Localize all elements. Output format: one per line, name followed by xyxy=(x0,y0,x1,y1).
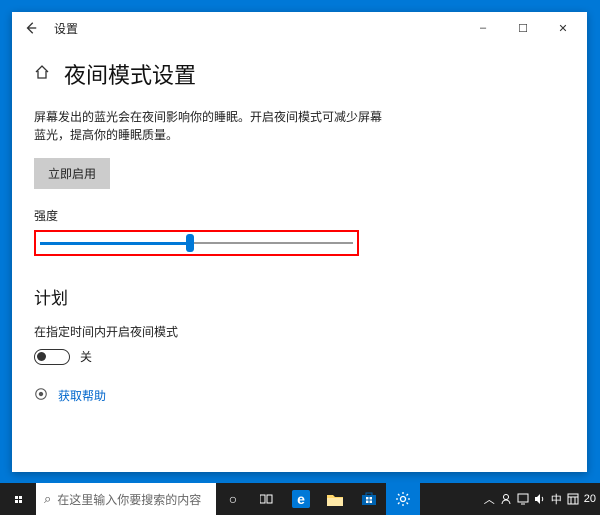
ime-mode-icon[interactable] xyxy=(567,493,579,505)
taskbar-pinned-apps: ○ e xyxy=(216,483,420,515)
cortana-icon[interactable]: ○ xyxy=(216,483,250,515)
schedule-toggle-row: 关 xyxy=(34,348,565,365)
page-description: 屏幕发出的蓝光会在夜间影响你的睡眠。开启夜间模式可减少屏幕蓝光，提高你的睡眠质量… xyxy=(34,108,384,144)
windows-logo-icon xyxy=(15,496,22,503)
toggle-state-label: 关 xyxy=(80,348,92,365)
home-icon[interactable] xyxy=(34,64,50,84)
minimize-button[interactable]: – xyxy=(463,13,503,43)
close-button[interactable]: ✕ xyxy=(543,13,583,43)
start-button[interactable] xyxy=(0,483,36,515)
help-link[interactable]: 获取帮助 xyxy=(34,387,565,404)
settings-app-icon[interactable] xyxy=(386,483,420,515)
clock-text[interactable]: 20 xyxy=(584,493,596,505)
file-explorer-icon[interactable] xyxy=(318,483,352,515)
network-icon[interactable] xyxy=(517,493,529,505)
system-tray: ︿ 中 20 xyxy=(480,483,600,515)
slider-thumb[interactable] xyxy=(186,234,194,252)
schedule-toggle[interactable] xyxy=(34,349,70,365)
task-view-icon[interactable] xyxy=(250,483,284,515)
store-icon[interactable] xyxy=(352,483,386,515)
settings-window: 设置 – ☐ ✕ 夜间模式设置 屏幕发出的蓝光会在夜间影响你的睡眠。开启夜间模式… xyxy=(12,12,587,472)
page-title: 夜间模式设置 xyxy=(64,58,196,90)
enable-now-button[interactable]: 立即启用 xyxy=(34,158,110,189)
page-header: 夜间模式设置 xyxy=(34,58,565,90)
intensity-slider-highlight xyxy=(34,230,359,256)
plan-description: 在指定时间内开启夜间模式 xyxy=(34,323,565,340)
help-icon xyxy=(34,387,48,404)
tray-chevron-icon[interactable]: ︿ xyxy=(484,491,495,507)
intensity-label: 强度 xyxy=(34,207,565,224)
back-arrow-icon xyxy=(24,21,38,35)
intensity-slider[interactable] xyxy=(40,236,353,250)
edge-icon[interactable]: e xyxy=(284,483,318,515)
taskbar: ⌕ 在这里输入你要搜索的内容 ○ e ︿ 中 20 xyxy=(0,483,600,515)
back-button[interactable] xyxy=(16,13,46,43)
toggle-knob xyxy=(37,352,46,361)
window-title: 设置 xyxy=(54,20,78,37)
plan-heading: 计划 xyxy=(34,284,565,309)
ime-indicator[interactable]: 中 xyxy=(551,491,562,507)
slider-track-fill xyxy=(40,242,190,245)
search-placeholder: 在这里输入你要搜索的内容 xyxy=(57,491,201,508)
help-link-text: 获取帮助 xyxy=(58,387,106,404)
taskbar-search[interactable]: ⌕ 在这里输入你要搜索的内容 xyxy=(36,483,216,515)
search-icon: ⌕ xyxy=(44,491,51,507)
people-icon[interactable] xyxy=(500,493,512,505)
content-area: 夜间模式设置 屏幕发出的蓝光会在夜间影响你的睡眠。开启夜间模式可减少屏幕蓝光，提… xyxy=(12,44,587,412)
window-controls: – ☐ ✕ xyxy=(463,13,583,43)
titlebar: 设置 – ☐ ✕ xyxy=(12,12,587,44)
maximize-button[interactable]: ☐ xyxy=(503,13,543,43)
volume-icon[interactable] xyxy=(534,493,546,505)
